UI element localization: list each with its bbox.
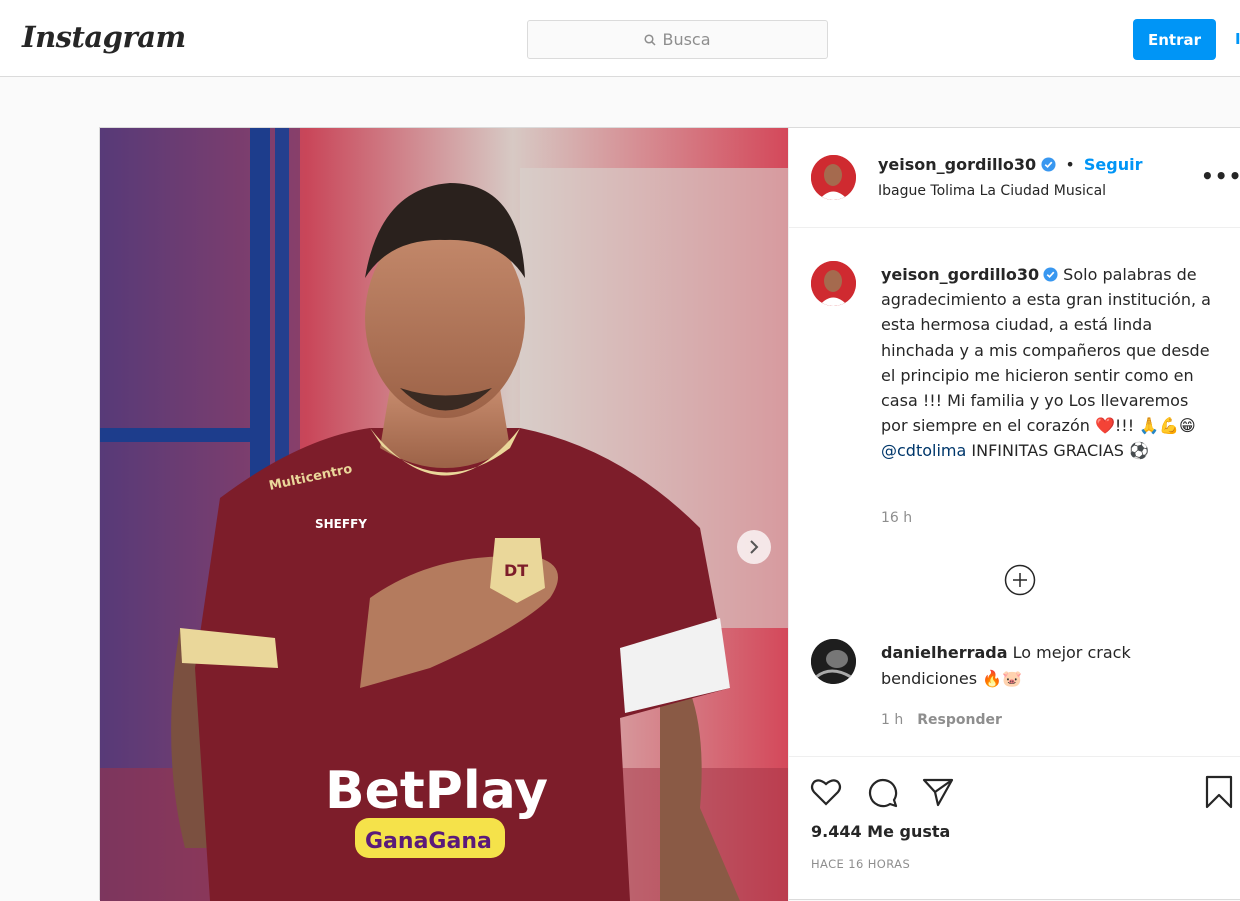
commenter-avatar[interactable] [811,639,856,684]
post-photo: BetPlay GanaGana Multicentro SHEFFY DT [100,128,788,901]
bookmark-icon[interactable] [1203,775,1237,809]
instagram-logo[interactable]: Instagram [22,20,186,54]
search-input[interactable]: Busca [527,20,828,59]
follow-button[interactable]: Seguir [1084,155,1143,174]
sponsor-ganagana: GanaGana [365,829,492,854]
author-avatar[interactable] [811,155,856,200]
top-bar: Instagram Busca Entrar I [0,0,1240,77]
more-icon[interactable]: ••• [1201,164,1240,188]
login-button[interactable]: Entrar [1133,19,1216,60]
comment-username[interactable]: danielherrada [881,643,1008,662]
next-arrow-icon [750,540,759,554]
post-location[interactable]: Ibague Tolima La Ciudad Musical [878,183,1106,199]
search-placeholder: Busca [662,30,711,49]
like-count[interactable]: 9.444 Me gusta [811,822,950,841]
player-photo: BetPlay GanaGana Multicentro SHEFFY DT [100,128,788,901]
caption-mention[interactable]: @cdtolima [881,441,966,460]
caption-time[interactable]: 16 h [881,510,912,526]
separator-dot: • [1065,155,1075,174]
caption-username[interactable]: yeison_gordillo30 [881,265,1039,284]
post-sidebar: yeison_gordillo30 • Seguir Ibague Tolima… [788,128,1240,901]
search-icon [644,33,656,46]
heart-icon[interactable] [809,775,843,809]
club-badge: DT [504,561,528,580]
share-icon[interactable] [921,775,955,809]
author-username[interactable]: yeison_gordillo30 [878,155,1036,174]
post-caption: yeison_gordillo30 Solo palabras de agrade… [881,262,1216,464]
add-comment-icon[interactable] [1004,564,1036,596]
comment-icon[interactable] [866,775,900,809]
signup-link[interactable]: I [1235,30,1240,48]
caption-end: INFINITAS GRACIAS ⚽ [971,441,1149,461]
comment-meta: 1 h Responder [881,712,1002,728]
post-card: BetPlay GanaGana Multicentro SHEFFY DT y… [99,127,1240,901]
posted-time[interactable]: HACE 16 HORAS [811,857,910,871]
verified-icon [1041,157,1056,172]
caption-avatar[interactable] [811,261,856,306]
sponsor-betplay: BetPlay [325,761,548,821]
reply-button[interactable]: Responder [917,712,1002,728]
comment-time[interactable]: 1 h [881,712,903,728]
comment-item: danielherrada Lo mejor crack bendiciones… [881,640,1181,691]
caption-text: Solo palabras de agradecimiento a esta g… [881,265,1211,436]
verified-icon [1043,267,1058,282]
brand-sheffy: SHEFFY [315,517,367,531]
post-header: yeison_gordillo30 • Seguir Ibague Tolima… [789,128,1240,228]
next-photo-button[interactable] [737,530,771,564]
